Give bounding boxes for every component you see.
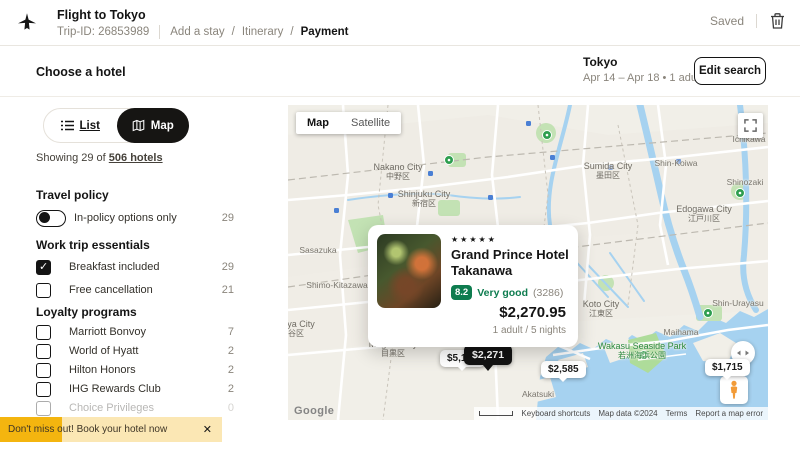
map-view-label: Map bbox=[151, 120, 174, 132]
hotel-stars: ★★★★★ bbox=[451, 235, 497, 244]
pan-arrows-icon bbox=[736, 346, 750, 360]
filter-row-marriott: Marriott Bonvoy 7 bbox=[36, 324, 234, 340]
work-trip-title: Work trip essentials bbox=[36, 238, 150, 252]
breakfast-label: Breakfast included bbox=[69, 261, 160, 273]
hilton-checkbox[interactable] bbox=[36, 363, 51, 378]
banner-text: Don't miss out! Book your hotel now bbox=[8, 424, 167, 435]
filter-row-breakfast: Breakfast included 29 bbox=[36, 259, 234, 275]
ihg-checkbox[interactable] bbox=[36, 382, 51, 397]
hotel-name: Grand Prince Hotel Takanawa bbox=[451, 247, 569, 279]
results-total-link[interactable]: 506 hotels bbox=[109, 152, 163, 164]
map-view-button[interactable]: Map bbox=[117, 108, 190, 143]
toggle-knob bbox=[39, 212, 50, 223]
loyalty-title: Loyalty programs bbox=[36, 305, 137, 319]
rating-label: Very good bbox=[477, 287, 528, 299]
list-view-label: List bbox=[80, 120, 100, 132]
breadcrumb-itinerary[interactable]: Itinerary bbox=[242, 26, 284, 38]
terms-link[interactable]: Terms bbox=[666, 409, 688, 418]
map-container: Nakano City中野区 Shinjuku City新宿区 Sumida C… bbox=[288, 105, 768, 420]
price-pin[interactable]: $1,715 bbox=[705, 359, 750, 376]
destination: Tokyo bbox=[583, 55, 702, 69]
saved-status: Saved bbox=[710, 14, 744, 28]
marriott-count: 7 bbox=[228, 326, 234, 338]
hyatt-count: 2 bbox=[228, 345, 234, 357]
filters-sidebar: List Map Showing 29 of 506 hotels Travel… bbox=[0, 97, 288, 449]
rating-badge: 8.2 bbox=[451, 285, 472, 300]
in-policy-label: In-policy options only bbox=[74, 212, 177, 224]
hyatt-checkbox[interactable] bbox=[36, 344, 51, 359]
travel-policy-title: Travel policy bbox=[36, 188, 109, 202]
hotel-occupancy: 1 adult / 5 nights bbox=[493, 325, 566, 336]
street-view-pegman[interactable] bbox=[720, 376, 748, 404]
hotel-price: $2,270.95 bbox=[499, 304, 566, 321]
hilton-label: Hilton Honors bbox=[69, 364, 136, 376]
price-pin[interactable]: $2,585 bbox=[541, 361, 586, 378]
in-policy-filter-row: In-policy options only 29 bbox=[36, 210, 234, 226]
results-prefix: Showing 29 of bbox=[36, 152, 106, 164]
breadcrumb-payment[interactable]: Payment bbox=[301, 26, 349, 38]
cancellation-count: 21 bbox=[222, 284, 234, 296]
breadcrumb-separator: / bbox=[232, 26, 235, 38]
top-header: Flight to Tokyo Trip-ID: 26853989 Add a … bbox=[0, 0, 800, 46]
price-pin-selected[interactable]: $2,271 bbox=[464, 345, 512, 365]
subheader: Choose a hotel Tokyo Apr 14 – Apr 18 • 1… bbox=[0, 46, 800, 97]
filter-row-choice: Choice Privileges 0 bbox=[36, 400, 234, 416]
map-icon bbox=[132, 119, 145, 132]
banner-close-icon[interactable]: ✕ bbox=[203, 423, 212, 436]
promo-banner: Don't miss out! Book your hotel now ✕ bbox=[0, 417, 222, 442]
list-view-button[interactable]: List bbox=[44, 109, 117, 142]
google-logo: Google bbox=[294, 405, 334, 417]
review-count: (3286) bbox=[533, 287, 563, 299]
fullscreen-icon bbox=[744, 119, 757, 132]
in-policy-count: 29 bbox=[222, 212, 234, 224]
choice-checkbox bbox=[36, 401, 51, 416]
breakfast-checkbox[interactable] bbox=[36, 260, 51, 275]
choice-label: Choice Privileges bbox=[69, 402, 154, 414]
pegman-icon bbox=[726, 380, 742, 400]
breadcrumb-separator: / bbox=[290, 26, 293, 38]
marriott-label: Marriott Bonvoy bbox=[69, 326, 146, 338]
filter-row-hyatt: World of Hyatt 2 bbox=[36, 343, 234, 359]
edit-search-button[interactable]: Edit search bbox=[694, 57, 766, 85]
page-title: Choose a hotel bbox=[36, 65, 126, 79]
filter-row-cancellation: Free cancellation 21 bbox=[36, 282, 234, 298]
map-scale-bar bbox=[479, 411, 513, 416]
breadcrumb: Add a stay / Itinerary / Payment bbox=[170, 26, 348, 38]
ihg-label: IHG Rewards Club bbox=[69, 383, 161, 395]
cancellation-checkbox[interactable] bbox=[36, 283, 51, 298]
airplane-icon bbox=[15, 11, 39, 35]
view-toggle: List Map bbox=[43, 108, 189, 143]
filter-row-ihg: IHG Rewards Club 2 bbox=[36, 381, 234, 397]
date-range: Apr 14 – Apr 18 • 1 adult bbox=[583, 72, 702, 84]
filter-row-hilton: Hilton Honors 2 bbox=[36, 362, 234, 378]
results-count: Showing 29 of 506 hotels bbox=[36, 152, 163, 164]
marriott-checkbox[interactable] bbox=[36, 325, 51, 340]
hyatt-label: World of Hyatt bbox=[69, 345, 139, 357]
hotel-card[interactable]: ★★★★★ Grand Prince Hotel Takanawa 8.2 Ve… bbox=[368, 225, 578, 347]
cancellation-label: Free cancellation bbox=[69, 284, 153, 296]
map-type-control: Map Satellite bbox=[296, 112, 401, 134]
hilton-count: 2 bbox=[228, 364, 234, 376]
report-error-link[interactable]: Report a map error bbox=[695, 409, 763, 418]
list-icon bbox=[61, 120, 74, 131]
app-window: Flight to Tokyo Trip-ID: 26853989 Add a … bbox=[0, 0, 800, 449]
in-policy-toggle[interactable] bbox=[36, 210, 66, 227]
map-data-label: Map data ©2024 bbox=[598, 409, 657, 418]
map-attribution: Keyboard shortcuts Map data ©2024 Terms … bbox=[474, 407, 768, 420]
hotel-photo bbox=[377, 234, 441, 308]
map-type-satellite-button[interactable]: Satellite bbox=[340, 112, 401, 134]
keyboard-shortcuts-link[interactable]: Keyboard shortcuts bbox=[521, 409, 590, 418]
trash-icon[interactable] bbox=[769, 12, 786, 30]
divider bbox=[756, 14, 757, 28]
breadcrumb-add-a-stay[interactable]: Add a stay bbox=[170, 26, 224, 38]
fullscreen-button[interactable] bbox=[738, 113, 763, 138]
map-type-map-button[interactable]: Map bbox=[296, 112, 340, 134]
breakfast-count: 29 bbox=[222, 261, 234, 273]
choice-count: 0 bbox=[228, 402, 234, 414]
ihg-count: 2 bbox=[228, 383, 234, 395]
divider bbox=[159, 25, 160, 39]
trip-title: Flight to Tokyo bbox=[57, 8, 146, 22]
search-summary: Tokyo Apr 14 – Apr 18 • 1 adult bbox=[583, 55, 702, 84]
trip-id: Trip-ID: 26853989 bbox=[57, 26, 149, 38]
